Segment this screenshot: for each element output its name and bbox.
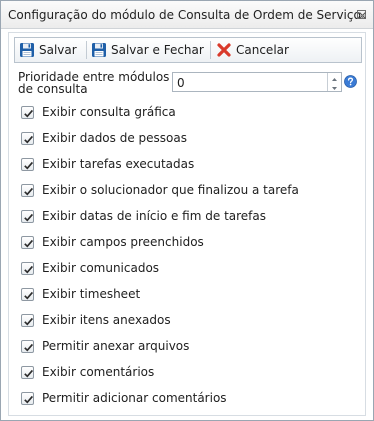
option-exibir-solucionador[interactable]: Exibir o solucionador que finalizou a ta… <box>21 182 299 198</box>
checkbox-label: Exibir itens anexados <box>42 313 171 327</box>
checkbox[interactable] <box>21 287 34 301</box>
priority-label: Prioridade entre módulos de consulta <box>18 70 170 96</box>
checkbox[interactable] <box>21 235 34 249</box>
checkbox[interactable] <box>21 157 34 171</box>
close-icon[interactable] <box>357 10 366 19</box>
priority-value: 0 <box>177 76 185 90</box>
checkbox-label: Exibir comentários <box>42 365 155 379</box>
option-exibir-timesheet[interactable]: Exibir timesheet <box>21 286 140 302</box>
checkbox-label: Exibir o solucionador que finalizou a ta… <box>42 183 299 197</box>
cancel-button[interactable]: Cancelar <box>216 40 289 60</box>
checkbox-label: Exibir consulta gráfica <box>42 105 176 119</box>
stepper-down-icon[interactable] <box>328 82 341 91</box>
stepper-up-icon[interactable] <box>328 73 341 82</box>
toolbar-separator <box>86 41 87 59</box>
option-exibir-campos-preenchidos[interactable]: Exibir campos preenchidos <box>21 234 204 250</box>
cancel-label: Cancelar <box>236 43 289 57</box>
dialog-window: Configuração do módulo de Consulta de Or… <box>0 0 374 421</box>
toolbar: Salvar Salvar e Fechar Cancelar <box>14 37 362 63</box>
priority-number-field[interactable]: 0 <box>172 72 342 92</box>
checkbox[interactable] <box>21 131 34 145</box>
floppy-disk-icon <box>20 43 34 57</box>
checkbox-label: Exibir timesheet <box>42 287 141 301</box>
dialog-content: Salvar Salvar e Fechar Cancelar Priorida… <box>8 32 366 416</box>
red-x-icon <box>217 43 231 57</box>
checkbox-label: Exibir datas de início e fim de tarefas <box>42 209 267 223</box>
help-icon[interactable] <box>344 75 357 88</box>
checkbox[interactable] <box>21 261 34 275</box>
checkbox-label: Permitir anexar arquivos <box>42 339 190 353</box>
title-bar[interactable]: Configuração do módulo de Consulta de Or… <box>1 1 373 29</box>
option-exibir-itens-anexados[interactable]: Exibir itens anexados <box>21 312 171 328</box>
checkbox[interactable] <box>21 209 34 223</box>
option-exibir-consulta-grafica[interactable]: Exibir consulta gráfica <box>21 104 176 120</box>
checkbox[interactable] <box>21 105 34 119</box>
checkbox[interactable] <box>21 391 34 405</box>
checkbox-label: Permitir adicionar comentários <box>42 391 227 405</box>
save-label: Salvar <box>39 43 77 57</box>
save-button[interactable]: Salvar <box>19 40 77 60</box>
option-exibir-tarefas-executadas[interactable]: Exibir tarefas executadas <box>21 156 194 172</box>
option-exibir-comunicados[interactable]: Exibir comunicados <box>21 260 159 276</box>
save-and-close-label: Salvar e Fechar <box>111 43 204 57</box>
checkbox-label: Exibir comunicados <box>42 261 160 275</box>
priority-stepper[interactable] <box>327 73 341 91</box>
option-exibir-comentarios[interactable]: Exibir comentários <box>21 364 154 380</box>
checkbox[interactable] <box>21 183 34 197</box>
option-exibir-datas-inicio-fim[interactable]: Exibir datas de início e fim de tarefas <box>21 208 266 224</box>
checkbox[interactable] <box>21 313 34 327</box>
option-permitir-anexar-arquivos[interactable]: Permitir anexar arquivos <box>21 338 189 354</box>
checkbox-label: Exibir dados de pessoas <box>42 131 187 145</box>
toolbar-separator <box>210 41 211 59</box>
floppy-disk-icon <box>92 43 106 57</box>
dialog-title: Configuração do módulo de Consulta de Or… <box>8 8 365 22</box>
save-and-close-button[interactable]: Salvar e Fechar <box>91 40 204 60</box>
checkbox[interactable] <box>21 365 34 379</box>
option-exibir-dados-de-pessoas[interactable]: Exibir dados de pessoas <box>21 130 187 146</box>
checkbox-label: Exibir tarefas executadas <box>42 157 195 171</box>
option-permitir-adicionar-comentarios[interactable]: Permitir adicionar comentários <box>21 390 227 406</box>
checkbox[interactable] <box>21 339 34 353</box>
checkbox-label: Exibir campos preenchidos <box>42 235 204 249</box>
